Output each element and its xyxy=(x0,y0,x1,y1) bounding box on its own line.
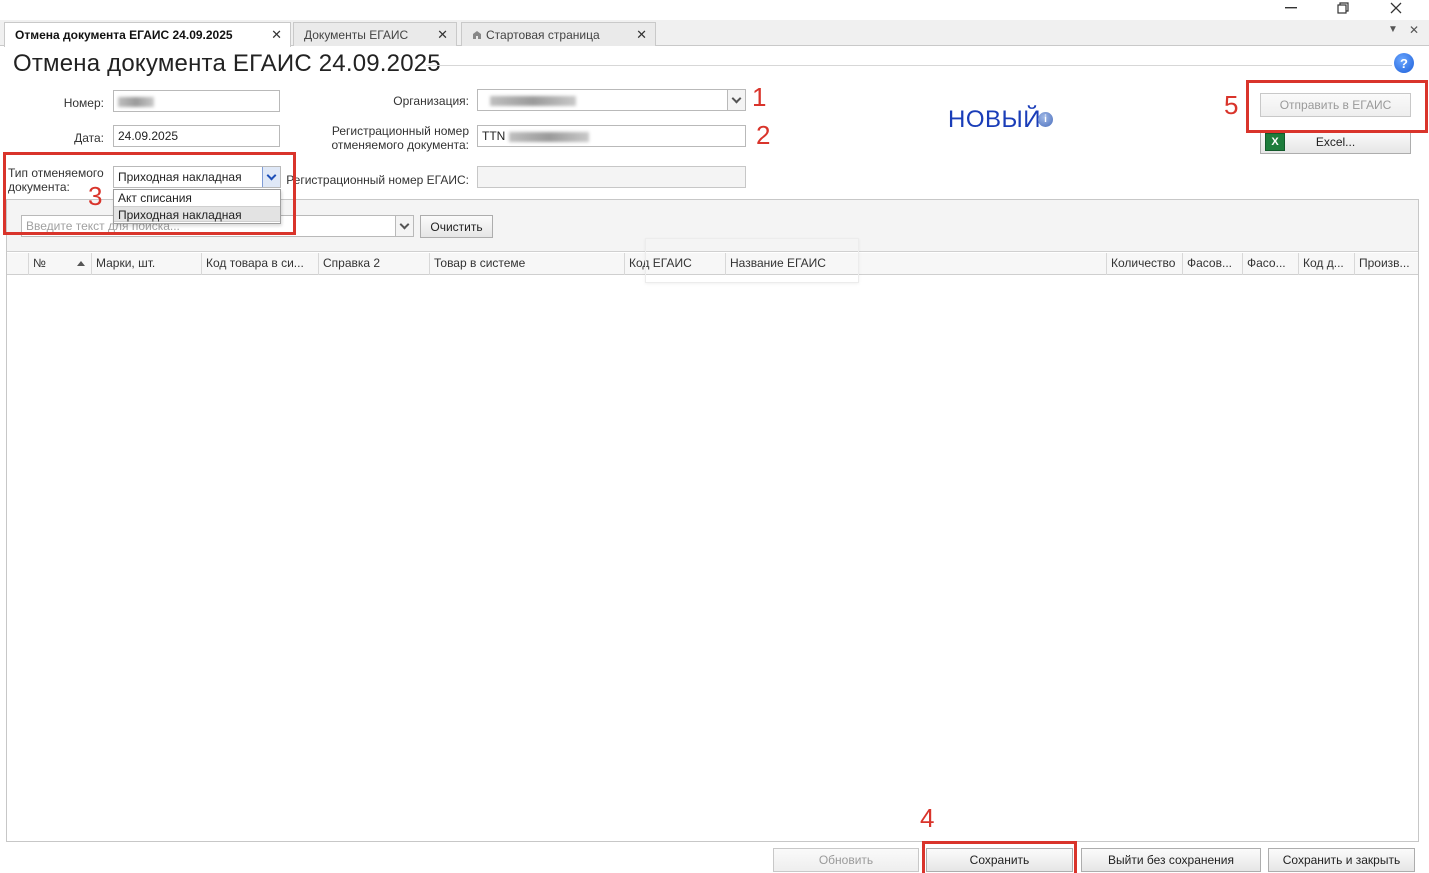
close-icon[interactable]: ✕ xyxy=(271,27,282,43)
column-header-marks[interactable]: Марки, шт. xyxy=(91,253,201,275)
annotation-box-send xyxy=(1246,80,1428,133)
page-title: Отмена документа ЕГАИС 24.09.2025 xyxy=(13,50,441,77)
clear-button[interactable]: Очистить xyxy=(420,215,493,238)
title-divider xyxy=(426,65,1392,66)
reg-number-field[interactable]: TTN xyxy=(477,125,746,147)
close-icon[interactable]: ✕ xyxy=(636,27,647,43)
redacted-value xyxy=(118,96,154,107)
annotation-number-2: 2 xyxy=(756,120,771,150)
reg-number-label: Регистрационный номер отменяемого докуме… xyxy=(300,124,469,152)
column-drag-hint xyxy=(645,238,859,283)
date-label: Дата: xyxy=(74,131,104,145)
number-field[interactable] xyxy=(113,90,280,112)
excel-button-label: Excel... xyxy=(1315,135,1356,149)
column-header-quantity[interactable]: Количество xyxy=(1106,253,1182,275)
annotation-box-doc-type xyxy=(3,152,296,235)
home-icon xyxy=(473,30,481,39)
annotation-number-4: 4 xyxy=(920,803,935,833)
tab-list-chevron-icon[interactable]: ▼ xyxy=(1388,24,1398,35)
tab-label: Отмена документа ЕГАИС 24.09.2025 xyxy=(15,28,233,42)
organization-select[interactable] xyxy=(477,89,746,111)
refresh-button[interactable]: Обновить xyxy=(773,848,919,872)
annotation-number-5: 5 xyxy=(1224,90,1239,120)
date-field[interactable]: 24.09.2025 xyxy=(113,125,280,147)
window-titlebar xyxy=(0,0,1429,18)
column-header-code[interactable]: Код д... xyxy=(1298,253,1354,275)
annotation-box-save xyxy=(922,841,1077,873)
row-selector-header[interactable] xyxy=(7,253,28,275)
column-header-certificate[interactable]: Справка 2 xyxy=(318,253,429,275)
tab-egais-documents[interactable]: Документы ЕГАИС ✕ xyxy=(293,22,457,46)
excel-icon: X xyxy=(1265,133,1285,151)
chevron-down-icon[interactable] xyxy=(727,90,745,110)
tab-strip: Отмена документа ЕГАИС 24.09.2025 ✕ Доку… xyxy=(0,20,1429,47)
redacted-value xyxy=(508,131,589,142)
egais-reg-label: Регистрационный номер ЕГАИС: xyxy=(286,173,469,187)
reg-number-prefix: TTN xyxy=(482,129,506,143)
sort-ascending-icon xyxy=(77,261,85,266)
annotation-number-3: 3 xyxy=(88,181,103,211)
save-and-close-button[interactable]: Сохранить и закрыть xyxy=(1268,848,1415,872)
reg-number-label-line1: Регистрационный номер xyxy=(331,124,469,138)
restore-icon[interactable] xyxy=(1325,0,1361,16)
column-header-number[interactable]: № xyxy=(28,253,91,275)
redacted-value xyxy=(490,95,576,106)
column-header-packing[interactable]: Фасов... xyxy=(1182,253,1242,275)
column-header-system-product[interactable]: Товар в системе xyxy=(429,253,624,275)
egais-reg-field xyxy=(477,166,746,188)
column-header-producer[interactable]: Произв... xyxy=(1354,253,1418,275)
reg-number-label-line2: отменяемого документа: xyxy=(331,138,469,152)
tab-egais-cancel[interactable]: Отмена документа ЕГАИС 24.09.2025 ✕ xyxy=(4,22,291,47)
bottom-action-bar: Обновить Сохранить Выйти без сохранения … xyxy=(0,844,1429,873)
tab-label: Стартовая страница xyxy=(486,27,600,42)
status-label: НОВЫЙ xyxy=(948,106,1042,133)
column-header-packing-2[interactable]: Фасо... xyxy=(1242,253,1298,275)
close-icon[interactable]: ✕ xyxy=(437,27,448,43)
organization-label: Организация: xyxy=(393,94,469,108)
column-label: № xyxy=(33,256,46,270)
chevron-down-icon[interactable] xyxy=(395,216,413,236)
excel-button[interactable]: X Excel... xyxy=(1260,130,1411,154)
tab-start-page[interactable]: Стартовая страница ✕ xyxy=(461,22,656,46)
close-icon[interactable] xyxy=(1378,0,1414,16)
annotation-number-1: 1 xyxy=(752,82,767,112)
info-icon[interactable]: i xyxy=(1038,112,1053,127)
items-grid: Введите текст для поиска... Очистить № М… xyxy=(6,199,1419,842)
tab-label: Документы ЕГАИС xyxy=(304,27,409,42)
minimize-icon[interactable] xyxy=(1273,0,1309,16)
exit-without-saving-button[interactable]: Выйти без сохранения xyxy=(1081,848,1261,872)
close-all-tabs-icon[interactable]: ✕ xyxy=(1409,23,1419,37)
column-header-product-code[interactable]: Код товара в си... xyxy=(201,253,318,275)
number-label: Номер: xyxy=(63,96,104,110)
help-icon[interactable]: ? xyxy=(1394,53,1414,73)
